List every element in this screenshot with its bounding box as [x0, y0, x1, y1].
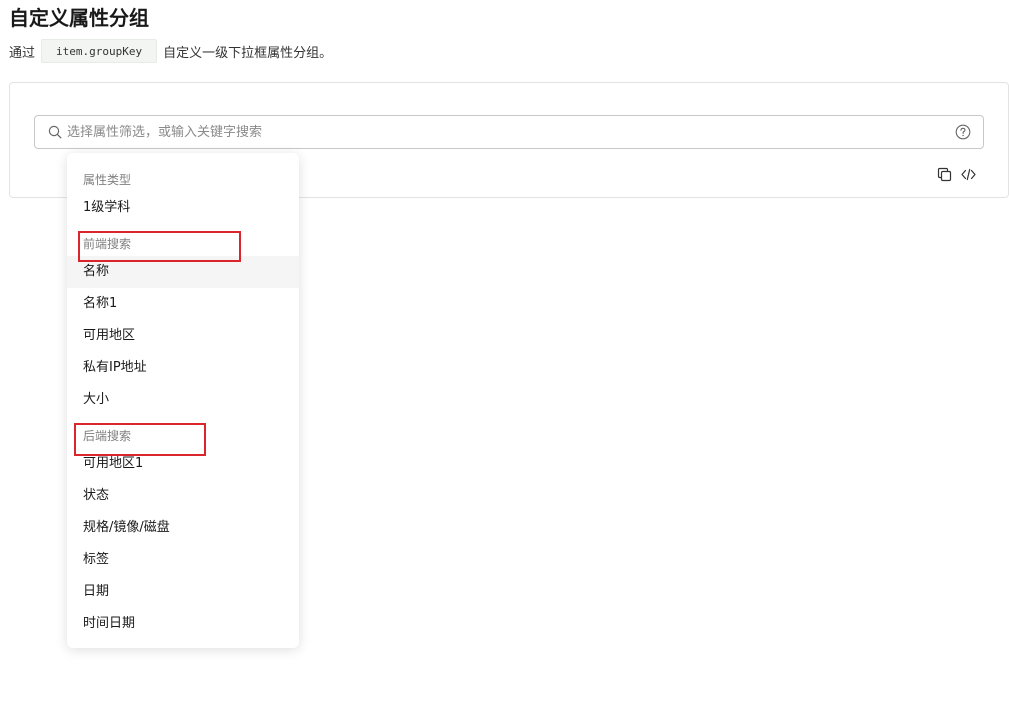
copy-icon[interactable] [937, 167, 952, 182]
option-private-ip[interactable]: 私有IP地址 [67, 352, 299, 384]
option-name1[interactable]: 名称1 [67, 288, 299, 320]
option-datetime[interactable]: 时间日期 [67, 608, 299, 640]
description-suffix: 自定义一级下拉框属性分组。 [163, 45, 333, 61]
option-available-region1[interactable]: 可用地区1 [67, 448, 299, 480]
help-circle-icon[interactable] [955, 124, 971, 140]
page-title: 自定义属性分组 [9, 6, 149, 30]
search-input[interactable] [67, 117, 955, 147]
option-status[interactable]: 状态 [67, 480, 299, 512]
group-label-type: 属性类型 [83, 173, 132, 187]
group-label-frontend-search: 前端搜索 [83, 237, 132, 251]
page: 自定义属性分组 通过 item.groupKey 自定义一级下拉框属性分组。 选… [0, 0, 1009, 707]
option-available-region[interactable]: 可用地区 [67, 320, 299, 352]
group-label-backend-search: 后端搜索 [83, 429, 132, 443]
option-tag[interactable]: 标签 [67, 544, 299, 576]
attribute-dropdown: 属性类型 1级学科 前端搜索 名称 名称1 可用地区 私有IP地址 大小 后端搜… [67, 153, 299, 648]
description-prefix: 通过 [9, 45, 36, 61]
page-description: 通过 item.groupKey 自定义一级下拉框属性分组。 [9, 38, 332, 64]
search-box[interactable] [34, 115, 984, 149]
demo-toolbar [937, 166, 976, 182]
option-date[interactable]: 日期 [67, 576, 299, 608]
option-spec-image-disk[interactable]: 规格/镜像/磁盘 [67, 512, 299, 544]
search-icon [48, 125, 62, 139]
code-icon[interactable] [961, 167, 976, 182]
option-name[interactable]: 名称 [67, 256, 299, 288]
option-size[interactable]: 大小 [67, 384, 299, 416]
code-snippet: item.groupKey [41, 39, 158, 63]
option-discipline-level1[interactable]: 1级学科 [67, 192, 299, 224]
